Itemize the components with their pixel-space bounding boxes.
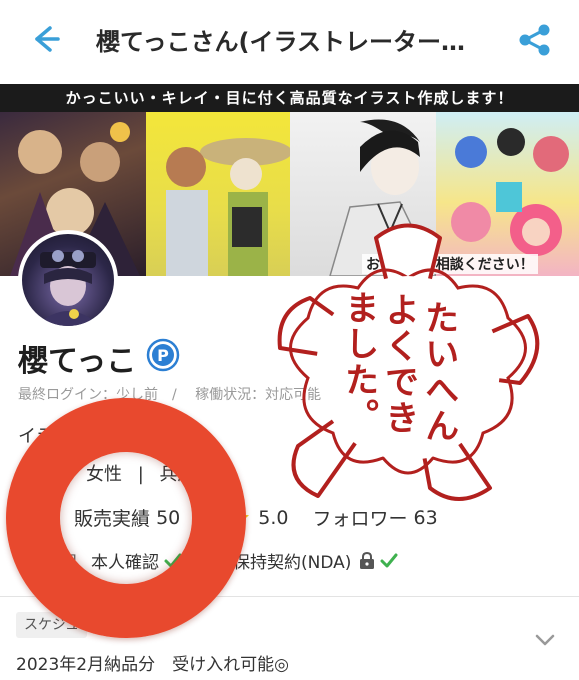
meta-separator: / bbox=[172, 387, 177, 403]
lock-icon bbox=[360, 551, 375, 569]
share-icon[interactable] bbox=[517, 22, 553, 58]
page-title: 櫻てっこさん(イラストレーター… bbox=[96, 28, 466, 56]
stamp-line-2: よくでき bbox=[378, 292, 419, 436]
pro-badge-letter: P bbox=[157, 346, 169, 365]
banner-catchphrase: かっこいい・キレイ・目に付く高品質なイラスト作成します！ bbox=[0, 84, 579, 112]
red-ring-overlay bbox=[6, 398, 246, 638]
username: 櫻てっこ bbox=[18, 344, 137, 379]
chevron-down-icon[interactable] bbox=[534, 632, 556, 648]
nda-check-icon bbox=[380, 553, 398, 567]
stamp-line-3: ました。 bbox=[338, 290, 379, 434]
pro-badge-icon: P bbox=[146, 338, 180, 372]
back-arrow-icon[interactable] bbox=[28, 22, 62, 56]
stamp-line-1: たいへん bbox=[418, 300, 459, 444]
schedule-text: 2023年2月納品分 受け入れ可能◎ bbox=[16, 655, 289, 675]
avatar[interactable] bbox=[18, 230, 118, 330]
app-header: 櫻てっこさん(イラストレーター… bbox=[0, 0, 579, 84]
